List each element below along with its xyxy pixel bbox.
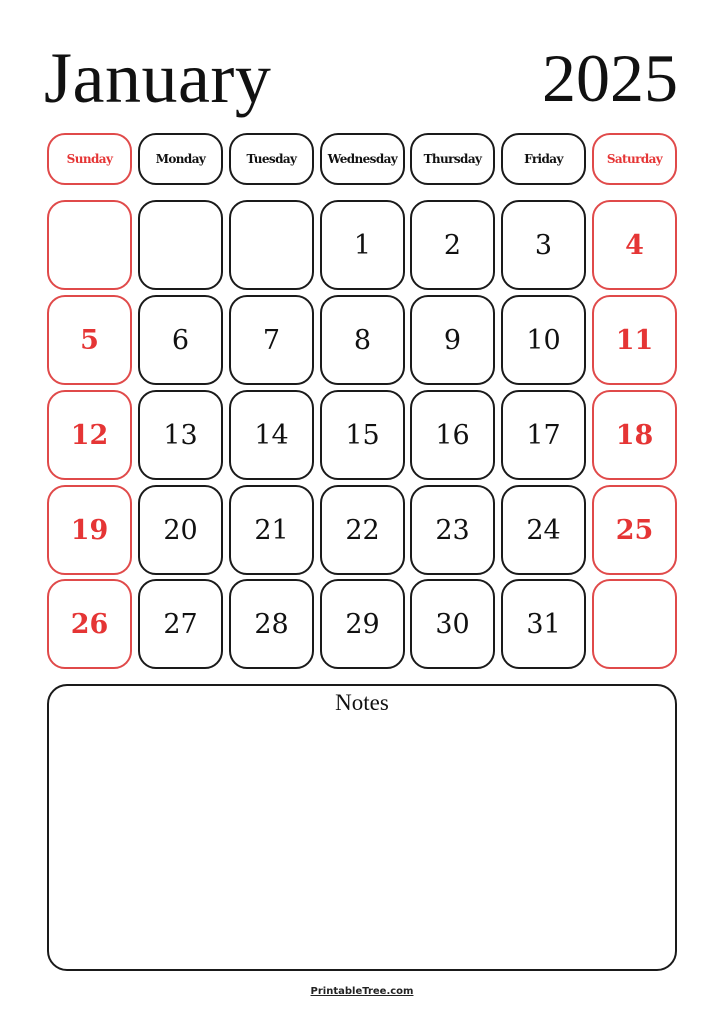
notes-title: Notes [335,690,389,715]
day-cell-19[interactable]: 19 [47,485,132,575]
weekday-header-saturday: Saturday [592,133,677,185]
notes-box[interactable]: Notes [47,684,677,971]
day-cell-10[interactable]: 10 [501,295,586,385]
empty-day-cell[interactable] [138,200,223,290]
day-cell-13[interactable]: 13 [138,390,223,480]
day-cell-17[interactable]: 17 [501,390,586,480]
day-cell-29[interactable]: 29 [320,579,405,669]
day-cell-9[interactable]: 9 [410,295,495,385]
day-cell-26[interactable]: 26 [47,579,132,669]
day-cell-22[interactable]: 22 [320,485,405,575]
weekday-header-monday: Monday [138,133,223,185]
day-cell-6[interactable]: 6 [138,295,223,385]
month-title: January [44,38,272,118]
weekday-header-friday: Friday [501,133,586,185]
day-cell-30[interactable]: 30 [410,579,495,669]
day-cell-16[interactable]: 16 [410,390,495,480]
day-cell-27[interactable]: 27 [138,579,223,669]
year-title: 2025 [542,40,678,116]
weekday-header-sunday: Sunday [47,133,132,185]
weekday-header-wednesday: Wednesday [320,133,405,185]
day-cell-5[interactable]: 5 [47,295,132,385]
day-cell-15[interactable]: 15 [320,390,405,480]
day-cell-21[interactable]: 21 [229,485,314,575]
empty-day-cell[interactable] [592,579,677,669]
day-cell-28[interactable]: 28 [229,579,314,669]
footer-link[interactable]: PrintableTree.com [0,986,724,997]
day-cell-14[interactable]: 14 [229,390,314,480]
day-cell-4[interactable]: 4 [592,200,677,290]
day-cell-7[interactable]: 7 [229,295,314,385]
day-cell-11[interactable]: 11 [592,295,677,385]
day-cell-12[interactable]: 12 [47,390,132,480]
day-cell-31[interactable]: 31 [501,579,586,669]
empty-day-cell[interactable] [229,200,314,290]
weekday-header-thursday: Thursday [410,133,495,185]
day-cell-25[interactable]: 25 [592,485,677,575]
empty-day-cell[interactable] [47,200,132,290]
day-cell-23[interactable]: 23 [410,485,495,575]
day-cell-2[interactable]: 2 [410,200,495,290]
day-cell-1[interactable]: 1 [320,200,405,290]
day-cell-8[interactable]: 8 [320,295,405,385]
weekday-header-tuesday: Tuesday [229,133,314,185]
day-cell-3[interactable]: 3 [501,200,586,290]
day-cell-18[interactable]: 18 [592,390,677,480]
day-cell-24[interactable]: 24 [501,485,586,575]
day-cell-20[interactable]: 20 [138,485,223,575]
